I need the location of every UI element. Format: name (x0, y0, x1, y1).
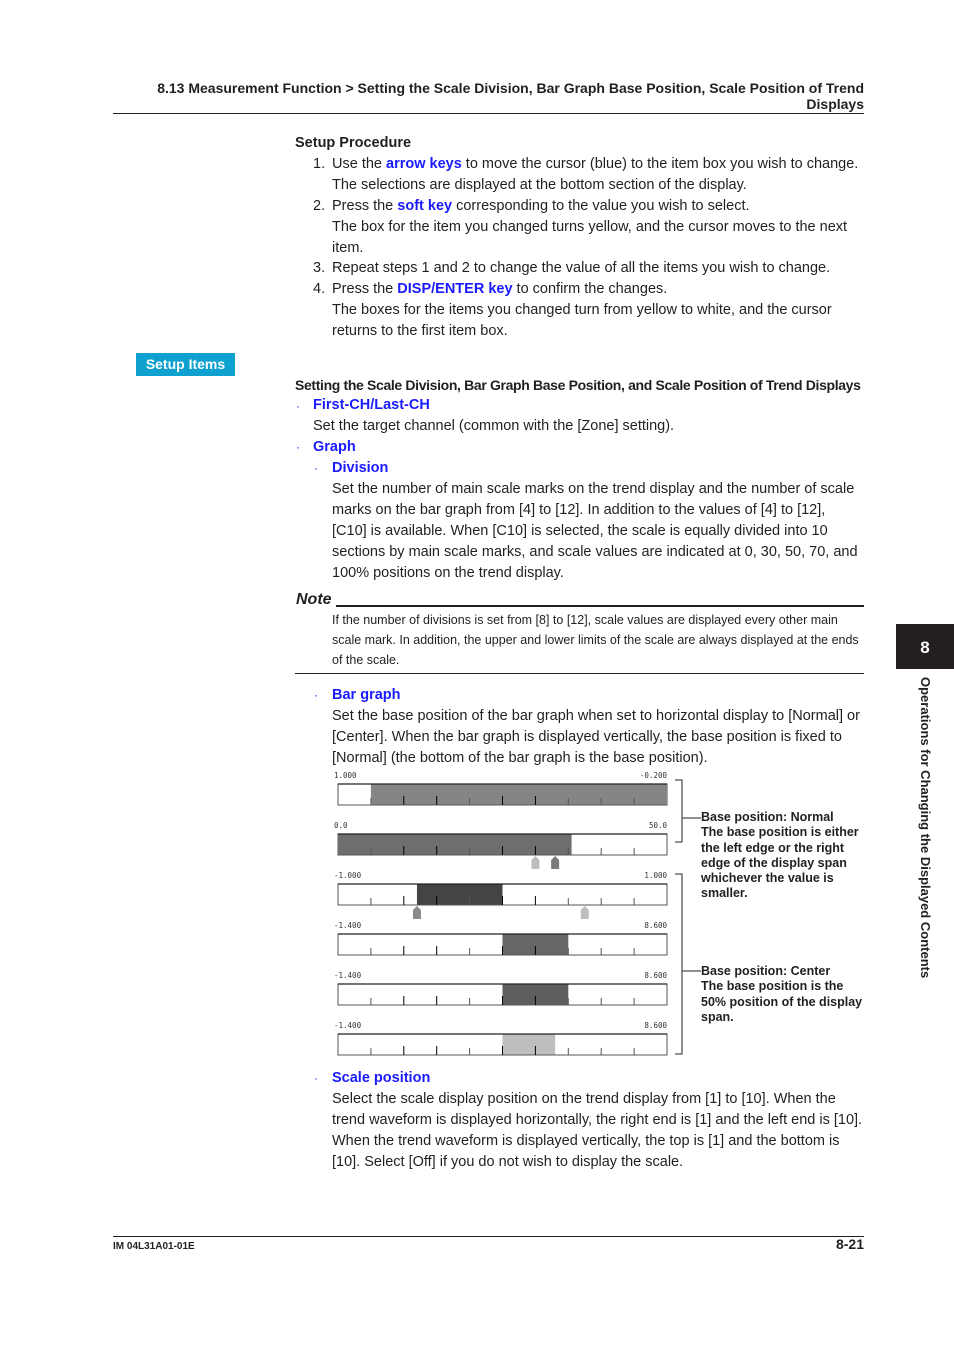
bar-left-label: 0.0 (334, 821, 348, 830)
step-number: 1. (313, 156, 326, 172)
note-title: Note (296, 591, 332, 608)
item-division-desc: Set the number of main scale marks on th… (332, 481, 858, 581)
chapter-tab: 8 (896, 624, 954, 669)
step-text: Use the (332, 156, 386, 172)
step-text: corresponding to the value you wish to s… (452, 198, 750, 214)
chapter-title-vertical: Operations for Changing the Displayed Co… (913, 677, 935, 1017)
bullet-icon: · (296, 399, 300, 413)
footer-doc-id: IM 04L31A01-01E (113, 1241, 195, 1252)
step-number: 2. (313, 198, 326, 214)
footer-page-number: 8-21 (835, 1236, 864, 1252)
header-rule (113, 113, 864, 114)
callout-center: Base position: Center The base position … (701, 964, 871, 1025)
step-number: 4. (313, 281, 326, 297)
item-scale-position: Scale position (332, 1070, 431, 1086)
section-title: Setting the Scale Division, Bar Graph Ba… (295, 377, 861, 393)
callout-normal-title: Base position: Normal (701, 810, 834, 824)
step-detail: The boxes for the items you changed turn… (332, 302, 832, 339)
callout-center-text: The base position is the 50% position of… (701, 979, 863, 1024)
item-division: Division (332, 460, 389, 476)
bullet-icon: · (314, 1071, 318, 1085)
step-text: to confirm the changes. (512, 281, 668, 297)
note-text: If the number of divisions is set from [… (332, 613, 859, 667)
bar-left-label: -1.000 (334, 871, 362, 880)
step-number: 3. (313, 260, 326, 276)
bar-marker (580, 906, 589, 919)
step-detail: The box for the item you changed turns y… (332, 219, 848, 256)
setup-items-badge: Setup Items (136, 353, 235, 376)
item-graph: Graph (313, 439, 356, 455)
bracket-center (675, 873, 701, 1055)
footer-rule (113, 1236, 864, 1237)
bar-right-label: 8.600 (644, 971, 667, 980)
bar-right-label: 1.000 (644, 871, 667, 880)
callout-normal: Base position: Normal The base position … (701, 810, 871, 902)
step-text: Press the (332, 281, 398, 297)
setup-procedure-title: Setup Procedure (295, 135, 412, 151)
note-rule-top (336, 605, 864, 607)
bar-right-label: 50.0 (649, 821, 668, 830)
step-key: soft key (397, 198, 453, 214)
bar-graph-figure: 1.000 -0.200 0.0 50.0 -1.000 1.000 -1.400 8.600… (334, 771, 668, 1056)
step-key: arrow keys (386, 156, 462, 172)
bar-fill (370, 784, 667, 805)
bar-right-label: 8.600 (644, 1021, 667, 1030)
step-text: to move the cursor (blue) to the item bo… (461, 156, 859, 172)
bullet-icon: · (296, 440, 300, 454)
callout-center-title: Base position: Center (701, 964, 831, 978)
bar-marker (551, 856, 560, 869)
bar-marker (412, 906, 421, 919)
bar-left-label: -1.400 (334, 971, 362, 980)
section-header: 8.13 Measurement Function > Setting the … (113, 80, 864, 112)
section-header-line1: 8.13 Measurement Function > Setting the … (157, 80, 864, 96)
bullet-icon: · (314, 688, 318, 702)
bar-right-label: 8.600 (644, 921, 667, 930)
callout-normal-text: The base position is either the left edg… (701, 825, 859, 901)
bar-marker (531, 856, 540, 869)
item-first-last-ch-desc: Set the target channel (common with the … (313, 418, 675, 434)
step-detail: The selections are displayed at the bott… (332, 177, 747, 193)
step-key: DISP/ENTER key (397, 281, 513, 297)
item-bar-graph: Bar graph (332, 687, 401, 703)
step-text: Press the (332, 198, 398, 214)
bar-fill (502, 1034, 556, 1055)
chapter-title: Operations for Changing the Displayed Co… (918, 677, 933, 979)
item-first-last-ch: First-CH/Last-CH (313, 397, 430, 413)
step-text: Repeat steps 1 and 2 to change the value… (332, 260, 831, 276)
bracket-normal (675, 779, 701, 843)
item-bar-graph-desc: Set the base position of the bar graph w… (332, 708, 860, 766)
bar-fill (416, 884, 503, 905)
bar-left-label: 1.000 (334, 771, 357, 780)
bar-left-label: -1.400 (334, 1021, 362, 1030)
bar-right-label: -0.200 (640, 771, 668, 780)
bullet-icon: · (314, 461, 318, 475)
section-header-line2: Displays (806, 96, 864, 112)
item-scale-position-desc: Select the scale display position on the… (332, 1091, 863, 1170)
bar-fill (338, 834, 572, 855)
note-rule-bottom (295, 673, 864, 674)
bar-left-label: -1.400 (334, 921, 362, 930)
